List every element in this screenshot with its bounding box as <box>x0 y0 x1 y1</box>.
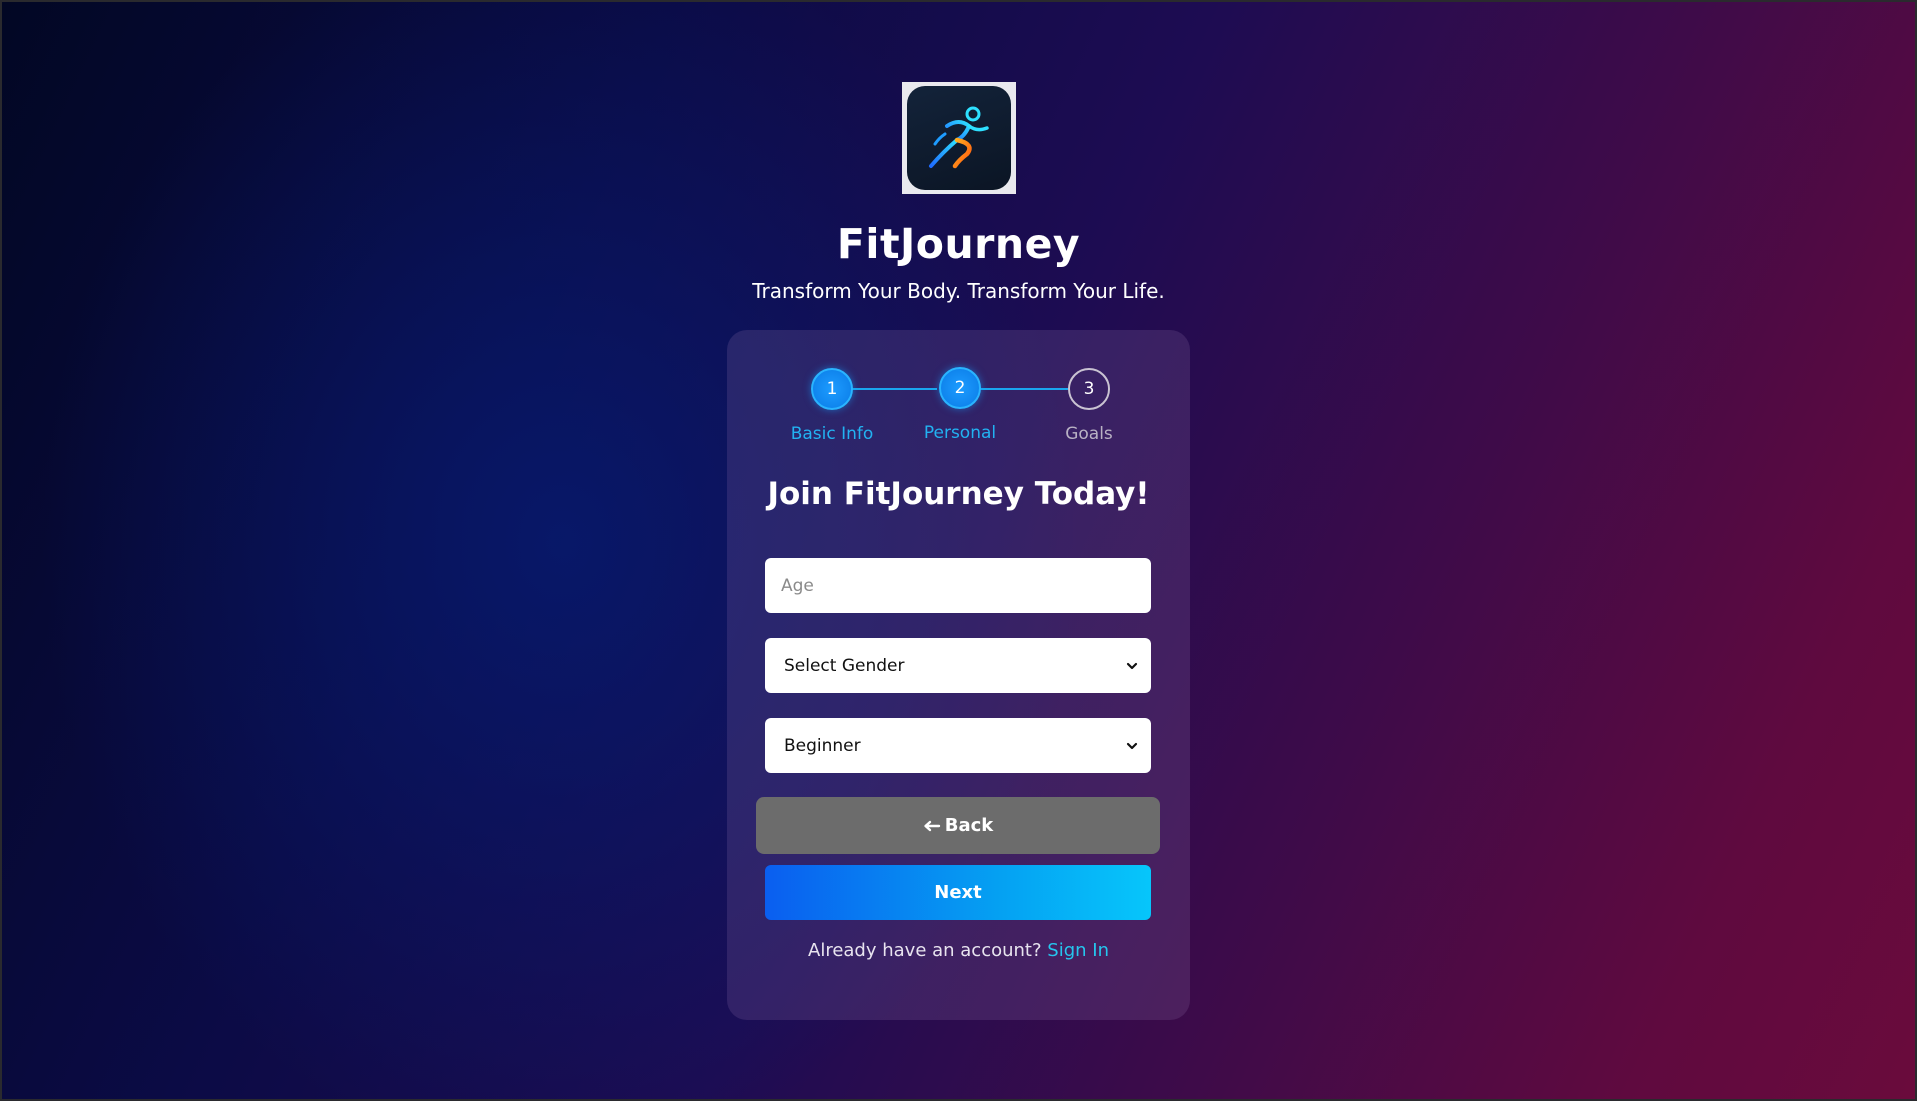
signin-link[interactable]: Sign In <box>1047 940 1109 961</box>
step-connector-2-3 <box>978 388 1068 390</box>
signin-prompt-text: Already have an account? <box>808 940 1042 961</box>
signup-card: 1 2 3 Basic Info Personal Goals Join Fit… <box>727 330 1190 1020</box>
arrow-left-icon <box>924 820 940 831</box>
back-button[interactable]: Back <box>756 797 1160 854</box>
signin-prompt: Already have an account? Sign In <box>727 940 1190 961</box>
step-3-circle[interactable]: 3 <box>1068 368 1110 410</box>
app-tagline: Transform Your Body. Transform Your Life… <box>752 279 1165 303</box>
next-button[interactable]: Next <box>765 865 1151 920</box>
running-person-icon <box>907 86 1011 190</box>
form-title: Join FitJourney Today! <box>767 476 1150 512</box>
chevron-down-icon <box>1126 662 1138 669</box>
next-button-label: Next <box>934 882 982 903</box>
fitness-level-select[interactable]: Beginner <box>765 718 1151 773</box>
step-3-number: 3 <box>1083 379 1095 399</box>
signup-page: FitJourney Transform Your Body. Transfor… <box>2 2 1915 1099</box>
step-2-number: 2 <box>954 378 966 398</box>
app-logo <box>902 82 1016 194</box>
step-2-label: Personal <box>923 423 997 443</box>
app-title: FitJourney <box>836 220 1081 268</box>
fitness-level-select-value: Beginner <box>784 735 861 756</box>
chevron-down-icon <box>1126 742 1138 749</box>
step-1-number: 1 <box>826 379 838 399</box>
step-2-circle[interactable]: 2 <box>939 367 981 409</box>
step-1-label: Basic Info <box>790 424 874 444</box>
step-3-label: Goals <box>1065 424 1113 444</box>
gender-select-value: Select Gender <box>784 655 905 676</box>
back-button-label: Back <box>944 815 994 836</box>
step-1-circle[interactable]: 1 <box>811 368 853 410</box>
step-connector-1-2 <box>848 388 937 390</box>
age-input[interactable] <box>765 558 1151 613</box>
gender-select[interactable]: Select Gender <box>765 638 1151 693</box>
